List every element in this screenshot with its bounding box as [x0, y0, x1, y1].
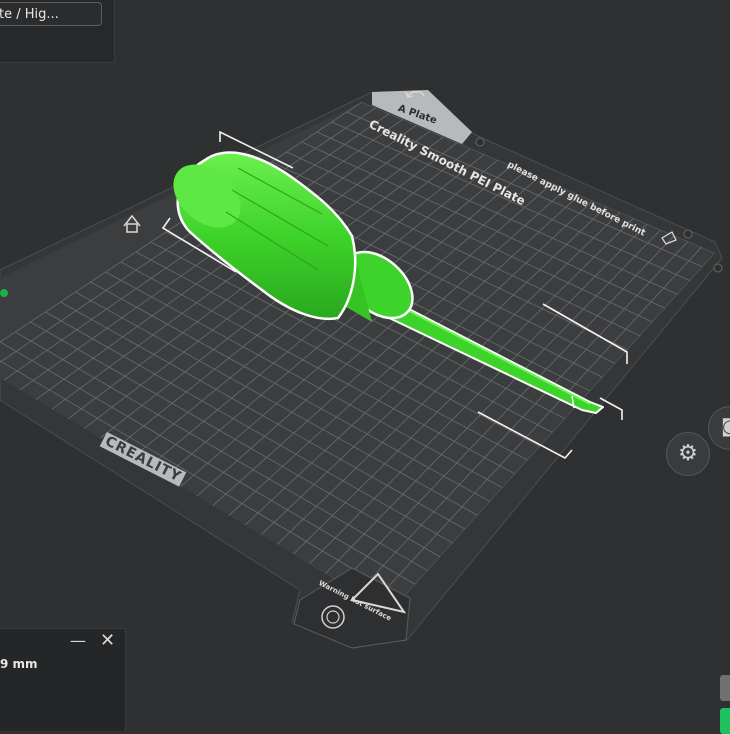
print-bed-surface [0, 102, 715, 612]
3d-viewport[interactable]: A Plate Creality Smooth PEI Plate please… [0, 0, 730, 730]
side-toggle-button[interactable] [720, 675, 730, 701]
plate-screw-icon [713, 263, 723, 273]
axis-origin-marker [0, 289, 8, 297]
plate-screw-icon [475, 137, 485, 147]
close-button[interactable]: ✕ [100, 630, 115, 651]
minimize-button[interactable]: — [70, 631, 86, 650]
plate-screw-icon [683, 229, 693, 239]
scene [0, 90, 723, 649]
preset-dropdown[interactable]: te / Hig... [0, 2, 102, 26]
camera-icon: ◙ [721, 416, 730, 437]
slice-button[interactable] [720, 708, 730, 734]
measure-panel: — ✕ 9 mm [0, 628, 126, 731]
settings-button[interactable]: ⚙ [666, 432, 710, 476]
top-left-panel: te / Hig... [0, 0, 115, 63]
measure-value: 9 mm [0, 657, 38, 671]
gear-icon: ⚙ [678, 441, 698, 466]
